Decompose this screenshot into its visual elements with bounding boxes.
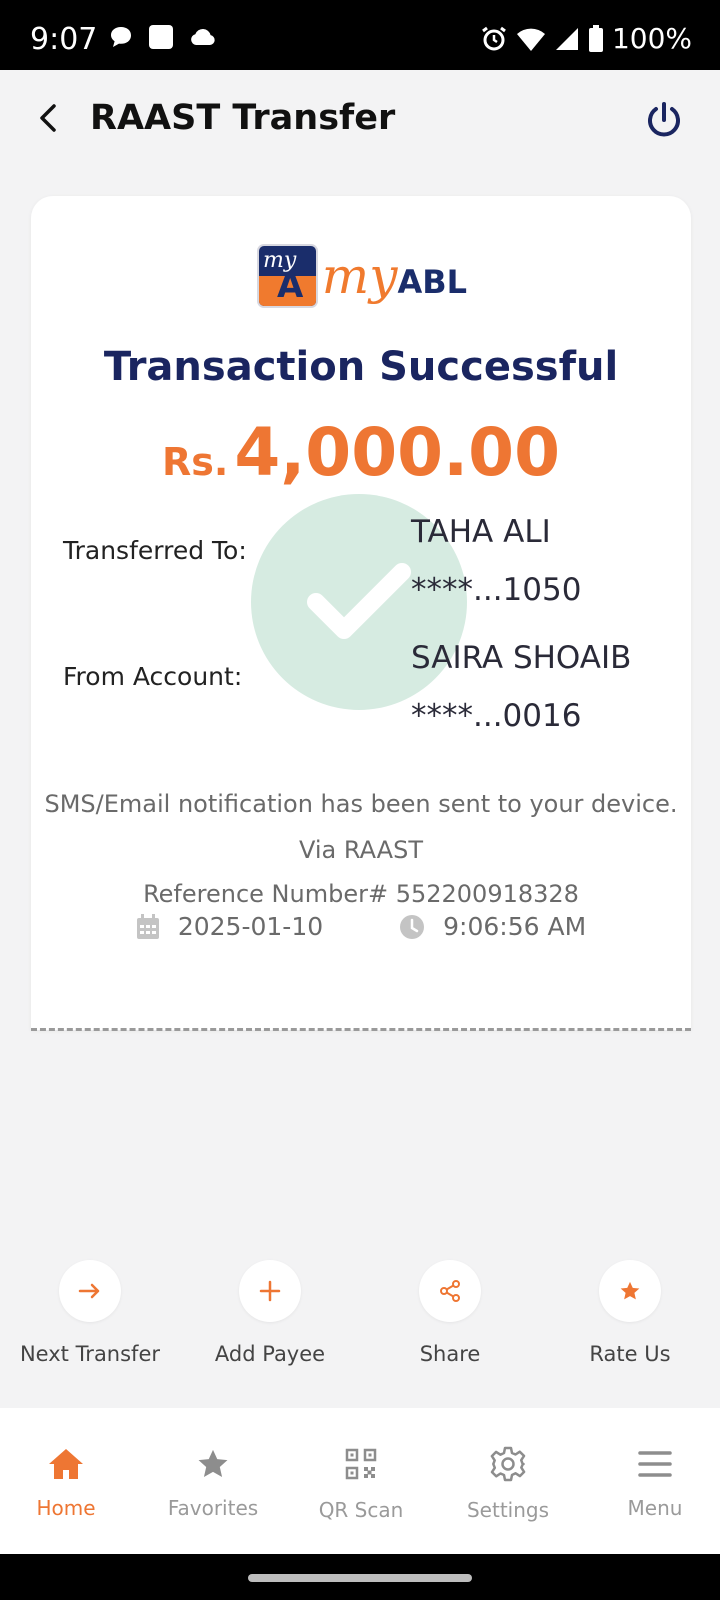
status-time: 9:07: [30, 22, 98, 57]
logo-badge: my A: [257, 244, 318, 308]
nav-favorites-label: Favorites: [167, 1496, 259, 1520]
nav-qr-scan[interactable]: QR Scan: [289, 1444, 433, 1522]
transaction-time: 9:06:56 AM: [443, 912, 587, 941]
rate-us-label: Rate Us: [589, 1342, 671, 1366]
back-arrow-icon: [40, 104, 56, 132]
next-transfer-action[interactable]: Next Transfer: [10, 1260, 170, 1366]
home-gesture-handle[interactable]: [248, 1574, 472, 1582]
share-button[interactable]: [419, 1260, 481, 1322]
qr-icon: [345, 1448, 377, 1480]
via-text: Via RAAST: [299, 836, 423, 864]
app-square-icon: [149, 25, 173, 49]
checkmark-icon: [307, 563, 411, 639]
clock-icon: [400, 914, 425, 939]
share-label: Share: [419, 1342, 481, 1366]
nav-menu-label: Menu: [627, 1496, 683, 1520]
back-button[interactable]: [28, 96, 68, 140]
plus-icon: [259, 1280, 281, 1302]
nav-home-label: Home: [36, 1496, 96, 1520]
transaction-status: Transaction Successful: [103, 344, 619, 390]
arrow-right-icon: [78, 1283, 100, 1299]
from-account-label: From Account:: [63, 662, 243, 691]
status-right: 100%: [480, 22, 692, 55]
power-icon: [648, 102, 680, 137]
recipient-name: TAHA ALI: [411, 514, 551, 550]
receipt-tear-line: [31, 1028, 691, 1031]
nav-qr-scan-label: QR Scan: [318, 1498, 404, 1522]
transferred-to-label: Transferred To:: [63, 536, 247, 565]
signal-icon: [555, 27, 578, 50]
next-transfer-button[interactable]: [59, 1260, 121, 1322]
rate-us-button[interactable]: [599, 1260, 661, 1322]
nav-home[interactable]: Home: [0, 1444, 138, 1520]
amount: Rs.4,000.00: [31, 414, 691, 491]
next-transfer-label: Next Transfer: [19, 1342, 161, 1366]
notification-text: SMS/Email notification has been sent to …: [44, 790, 678, 818]
status-bar: 9:07 100%: [0, 0, 720, 70]
logout-button[interactable]: [644, 100, 684, 140]
transaction-date: 2025-01-10: [177, 912, 324, 941]
notification-icons: [108, 24, 216, 50]
app-bar: RAAST Transfer: [0, 70, 720, 168]
transaction-datetime: 2025-01-10 9:06:56 AM: [31, 912, 691, 941]
menu-icon: [638, 1451, 672, 1477]
wifi-icon: [516, 28, 545, 51]
receipt-card: my A my ABL Transaction Successful Rs.4,…: [31, 196, 691, 1030]
battery-icon: [588, 24, 603, 52]
battery-percent: 100%: [611, 22, 692, 55]
add-payee-label: Add Payee: [214, 1342, 326, 1366]
favorites-star-icon: [198, 1449, 228, 1478]
cloud-icon: [191, 28, 215, 45]
share-icon: [440, 1280, 460, 1302]
reference-number: Reference Number# 552200918328: [143, 880, 579, 908]
add-payee-button[interactable]: [239, 1260, 301, 1322]
chat-bubble-icon: [111, 27, 131, 47]
star-icon: [620, 1281, 640, 1300]
nav-settings[interactable]: Settings: [436, 1444, 580, 1522]
nav-settings-label: Settings: [466, 1498, 550, 1522]
calendar-icon: [136, 913, 159, 939]
system-gesture-bar: [0, 1554, 720, 1600]
nav-menu[interactable]: Menu: [583, 1444, 720, 1520]
page-title: RAAST Transfer: [90, 98, 396, 138]
add-payee-action[interactable]: Add Payee: [190, 1260, 350, 1366]
share-action[interactable]: Share: [370, 1260, 530, 1366]
sender-name: SAIRA SHOAIB: [411, 640, 632, 676]
alarm-icon: [482, 26, 506, 50]
myabl-logo: my A my ABL: [257, 240, 467, 312]
gear-icon: [490, 1446, 526, 1482]
amount-value: 4,000.00: [234, 414, 560, 491]
recipient-account: ****...1050: [411, 572, 582, 608]
nav-favorites[interactable]: Favorites: [141, 1444, 285, 1520]
logo-abl-text: ABL: [397, 263, 467, 301]
rate-us-action[interactable]: Rate Us: [550, 1260, 710, 1366]
logo-my-text: my: [321, 247, 398, 305]
sender-account: ****...0016: [411, 698, 582, 734]
home-icon: [49, 1449, 83, 1479]
bottom-navigation: Home Favorites QR Scan Settings Menu: [0, 1408, 720, 1554]
amount-currency: Rs.: [161, 440, 229, 484]
